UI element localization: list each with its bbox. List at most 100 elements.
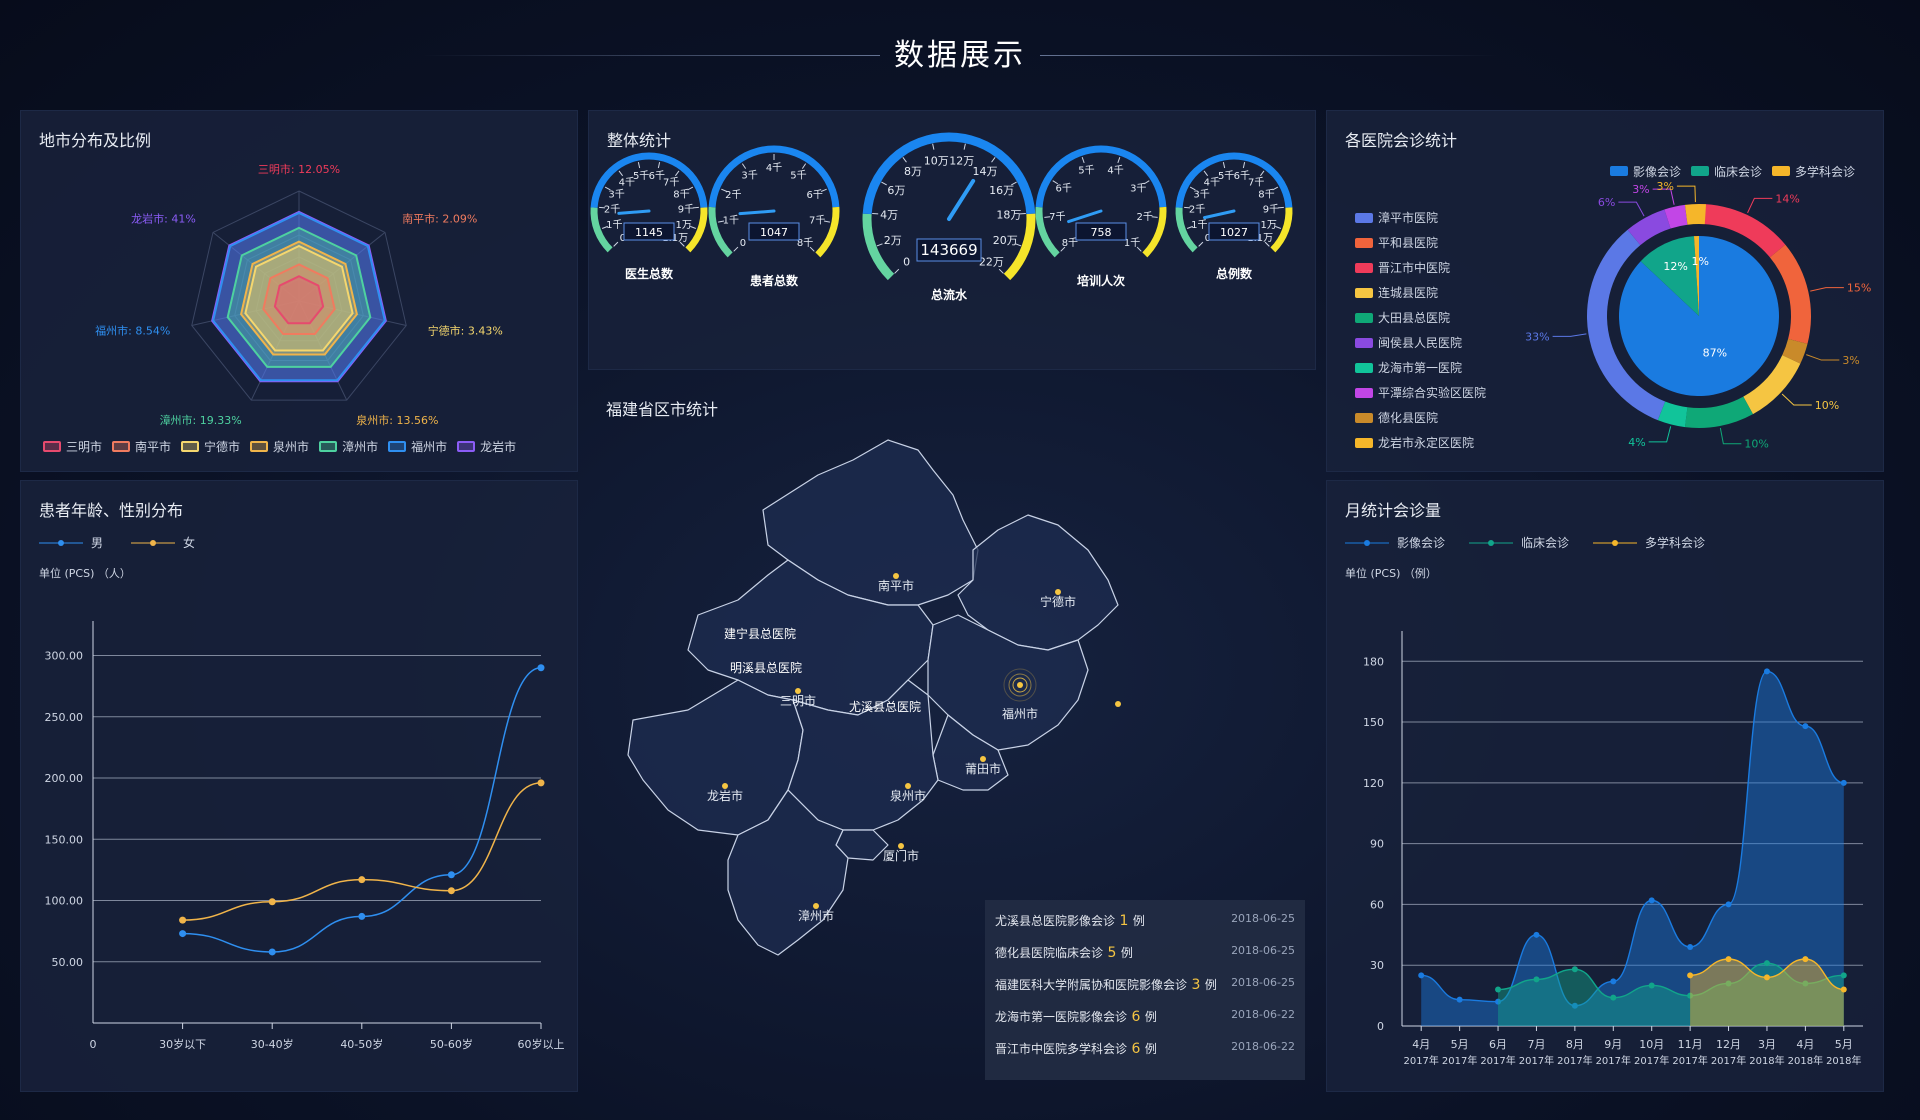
legend-dot: [150, 540, 156, 546]
y-tick-label: 30: [1370, 959, 1384, 972]
legend-item[interactable]: 宁德市: [181, 438, 240, 455]
unit-label: 单位 (PCS) （人）: [39, 566, 131, 580]
radar-chart: 三明市: 12.05% 南平市: 2.09% 宁德市: 3.43% 泉州市: 13.5…: [95, 162, 503, 427]
donut-inner-label: 87%: [1703, 347, 1727, 360]
feed-text: 德化县医院临床会诊 5 例: [995, 945, 1133, 961]
gauge-tick: 2万: [884, 234, 902, 247]
donut-leader: [1676, 185, 1696, 203]
legend-item[interactable]: 漳州市: [319, 438, 378, 455]
feed-text: 晋江市中医院多学科会诊 6 例: [995, 1041, 1157, 1057]
x-tick-label: 3月: [1758, 1038, 1776, 1051]
legend-item[interactable]: 三明市: [43, 438, 102, 455]
x-tick-label: 4月: [1412, 1038, 1430, 1051]
gauge-tick-mark: [801, 163, 807, 169]
gauge-tick: 1万: [1260, 220, 1276, 231]
feed-row[interactable]: 福建医科大学附属协和医院影像会诊 3 例 2018-06-25: [995, 976, 1295, 993]
gauge-tick: 2千: [1137, 211, 1153, 223]
x-tick-label: 30-40岁: [251, 1037, 294, 1051]
x-tick-label: 11月: [1678, 1038, 1703, 1051]
gauge-value: 1047: [760, 226, 788, 239]
hospital-label: 建宁县总医院: [724, 626, 796, 641]
gauge-tick-mark: [1081, 157, 1085, 164]
feed-row[interactable]: 德化县医院临床会诊 5 例 2018-06-25: [995, 944, 1295, 961]
y-tick-label: 200.00: [45, 772, 84, 785]
gauges: 01千2千3千4千5千 6千7千8千9千1万1.1万1145医生总数01千2千3千…: [590, 132, 1293, 302]
gauge-tick-mark: [674, 170, 680, 177]
x-tick-label: 7月: [1527, 1038, 1545, 1051]
gauge-value: 1027: [1220, 226, 1248, 239]
gauge-tick: 5千: [1078, 164, 1094, 176]
gauge-tick-mark: [1242, 162, 1246, 169]
x-tick-label: 10月: [1639, 1038, 1664, 1051]
gauge-tick: 7千: [1248, 176, 1264, 188]
feed-row[interactable]: 龙海市第一医院影像会诊 6 例 2018-06-22: [995, 1008, 1295, 1025]
data-point: [1610, 994, 1617, 1001]
gauge-tick: 4千: [766, 162, 782, 174]
city-label: 厦门市: [883, 848, 919, 863]
data-point: [1763, 974, 1770, 981]
feed-row[interactable]: 晋江市中医院多学科会诊 6 例 2018-06-22: [995, 1040, 1295, 1057]
data-point: [268, 898, 276, 906]
data-point: [1648, 982, 1655, 989]
gauge-tick-mark: [902, 157, 907, 163]
x-tick-label: 9月: [1604, 1038, 1622, 1051]
x-tick-label: 30岁以下: [159, 1037, 206, 1051]
hospital-label: 明溪县总医院: [730, 661, 802, 675]
x-tick-year: 2017年: [1672, 1054, 1707, 1067]
page-title: 数据展示: [894, 38, 1026, 73]
donut-leader: [1810, 287, 1844, 292]
data-point: [1533, 931, 1540, 938]
gauge-tick: 9千: [678, 203, 694, 215]
feed-text: 尤溪县总医院影像会诊 1 例: [995, 913, 1145, 929]
x-tick-year: 2017年: [1480, 1054, 1515, 1067]
x-tick-label: 5月: [1451, 1038, 1469, 1051]
data-point: [268, 948, 276, 956]
radar-axis-label: 泉州市: 13.56%: [356, 413, 438, 427]
x-tick-year: 2017年: [1634, 1054, 1669, 1067]
gauge-label: 总例数: [1216, 266, 1253, 281]
donut-outer-slice: [1684, 204, 1707, 225]
x-tick-year: 2017年: [1442, 1054, 1477, 1067]
donut-outer-label: 4%: [1628, 436, 1645, 449]
city-label: 莆田市: [965, 761, 1001, 776]
x-tick-year: 2017年: [1519, 1054, 1554, 1067]
legend-item[interactable]: 福州市: [388, 438, 447, 455]
gauge-tick-mark: [1222, 162, 1226, 169]
radar-axis-label: 宁德市: 3.43%: [428, 323, 503, 337]
city-dot: [1115, 701, 1121, 707]
gauge-label: 总流水: [931, 287, 968, 302]
gauge-value: 143669: [920, 241, 977, 259]
gauge-tick: 4千: [1107, 164, 1123, 176]
panel-age-gender: 患者年龄、性别分布 男女单位 (PCS) （人） 50.00 100.00 150.0…: [20, 480, 578, 1092]
panel-city-distribution: 地市分布及比例 三明市: 12.05% 南平市: 2.09% 宁德市: 3.43% 泉…: [20, 110, 578, 472]
data-point: [1840, 986, 1847, 993]
gauge-needle: [738, 209, 776, 216]
gauge-tick: 8千: [673, 188, 689, 200]
donut-outer-label: 6%: [1598, 196, 1615, 209]
donut-leader: [1806, 354, 1840, 361]
data-point: [1648, 897, 1655, 904]
donut-outer-label: 3%: [1632, 183, 1649, 196]
gauge-tick-mark: [741, 163, 747, 169]
gauge-tick-mark: [932, 143, 935, 150]
series-line: [182, 667, 542, 953]
city-label: 泉州市: [890, 788, 926, 803]
gauge-tick: 1千: [606, 219, 622, 231]
city-label: 漳州市: [798, 908, 834, 923]
legend-item[interactable]: 南平市: [112, 438, 171, 455]
gauge-tick-mark: [637, 162, 641, 169]
y-tick-label: 300.00: [45, 650, 84, 663]
gauge-tick-mark: [1151, 216, 1158, 218]
gauge-tick: 0: [740, 238, 746, 249]
data-point: [358, 912, 366, 920]
unit-label: 单位 (PCS) （例）: [1345, 566, 1437, 580]
data-point: [1533, 976, 1540, 983]
gauge-tick-mark: [657, 162, 661, 169]
feed-row[interactable]: 尤溪县总医院影像会诊 1 例 2018-06-25: [995, 912, 1295, 929]
legend-item[interactable]: 泉州市: [250, 438, 309, 455]
gauge-tick: 5千: [1218, 170, 1234, 182]
legend-item[interactable]: 龙岩市: [457, 438, 516, 455]
y-tick-label: 150: [1363, 716, 1384, 729]
gauge-tick: 8万: [904, 165, 922, 178]
gauge-arc: [708, 206, 733, 258]
